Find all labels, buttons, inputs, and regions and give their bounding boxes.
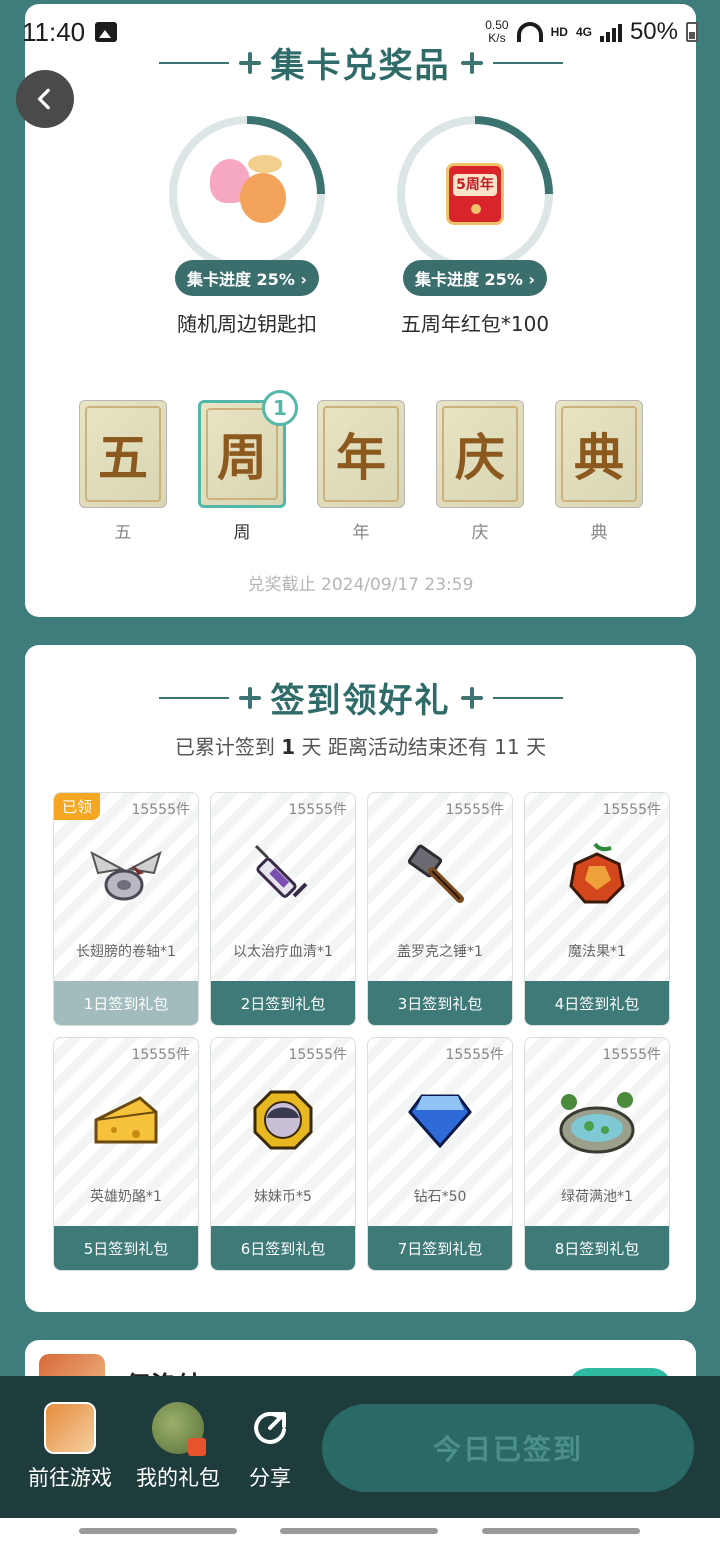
nav-handle[interactable] [280,1528,438,1534]
reward-day-label: 6日签到礼包 [211,1226,355,1270]
sparkle-icon [460,686,483,709]
coin-icon [211,1080,355,1160]
reward-name: 盖罗克之锤*1 [397,944,483,960]
wifi-icon [516,22,543,42]
status-bar: 11:40 0.50 K/s HD 4G 50% [0,0,720,64]
reward-qty: 15555件 [288,1047,347,1063]
cheese-icon [54,1080,198,1160]
reward-day-label: 7日签到礼包 [368,1226,512,1270]
progress-pill[interactable]: 集卡进度 25% › [174,260,320,296]
reward-qty: 15555件 [445,802,504,818]
reward-qty: 15555件 [445,1047,504,1063]
checkin-title: 签到领好礼 [25,673,696,722]
reward-day-label: 1日签到礼包 [54,981,198,1025]
back-button[interactable] [16,70,74,128]
reward-day-label: 4日签到礼包 [525,981,669,1025]
reward-qty: 15555件 [288,802,347,818]
progress-pill[interactable]: 集卡进度 25% › [402,260,548,296]
share-button[interactable]: 分享 [244,1402,296,1492]
character-cards: 五 五 周 1 周 年 年 庆 庆 典 典 [79,390,643,543]
reward-day-7[interactable]: 15555件 钻石*50 7日签到礼包 [367,1037,513,1271]
reward-day-3[interactable]: 15555件 盖罗克之锤*1 3日签到礼包 [367,792,513,1026]
checkin-section: 签到领好礼 已累计签到 1 天 距离活动结束还有 11 天 已领 15555件 … [25,645,696,1312]
card-wu[interactable]: 五 五 [79,400,167,543]
reward-day-6[interactable]: 15555件 妹妹币*5 6日签到礼包 [210,1037,356,1271]
card-zhou[interactable]: 周 1 周 [198,390,298,543]
reward-name: 以太治疗血清*1 [233,944,333,960]
lotus-pond-icon [525,1080,669,1160]
winged-scroll-icon [54,835,198,915]
reward-grid: 已领 15555件 长翅膀的卷轴*1 1日签到礼包 15555件 以太治疗血清*… [53,792,670,1271]
my-gifts-button[interactable]: 我的礼包 [136,1402,220,1492]
keychain-image [204,151,290,237]
collect-card-section: 集卡兑奖品 集卡进度 25% › 随机周边钥匙扣 5周年 集卡进度 25% › … [25,4,696,617]
reward-day-4[interactable]: 15555件 魔法果*1 4日签到礼包 [524,792,670,1026]
nav-handle[interactable] [79,1528,237,1534]
progress-ring: 5周年 [397,116,553,272]
hammer-icon [368,835,512,915]
bottom-action-bar: 前往游戏 我的礼包 分享 今日已签到 [0,1376,720,1518]
share-icon [244,1402,296,1454]
reward-day-label: 3日签到礼包 [368,981,512,1025]
reward-day-label: 2日签到礼包 [211,981,355,1025]
go-game-label: 前往游戏 [28,1466,112,1490]
diamond-icon [368,1080,512,1160]
magic-fruit-icon [525,835,669,915]
net-speed-unit: K/s [488,31,506,45]
system-nav-bar [0,1518,720,1544]
reward-day-label: 5日签到礼包 [54,1226,198,1270]
card-qing[interactable]: 庆 庆 [436,400,524,543]
battery-icon [686,22,698,42]
red-packet-image: 5周年 [446,163,504,225]
sparkle-icon [238,686,261,709]
status-icons: 0.50 K/s HD 4G 50% [485,18,698,46]
reward-name: 妹妹币*5 [254,1189,312,1205]
my-gifts-label: 我的礼包 [136,1466,220,1490]
go-game-button[interactable]: 前往游戏 [28,1402,112,1492]
syringe-icon [211,835,355,915]
card-dian[interactable]: 典 典 [555,400,643,543]
reward-day-1[interactable]: 已领 15555件 长翅膀的卷轴*1 1日签到礼包 [53,792,199,1026]
reward-name: 长翅膀的卷轴*1 [76,944,176,960]
progress-ring [169,116,325,272]
gift-avatar-icon [152,1402,206,1456]
hd-label: HD [550,25,568,39]
chevron-left-icon [37,88,50,110]
redeem-deadline: 兑奖截止 2024/09/17 23:59 [247,575,474,595]
network-type: 4G [575,25,592,39]
reward-qty: 15555件 [131,802,190,818]
share-label: 分享 [249,1466,291,1490]
checkin-title-text: 签到领好礼 [270,681,451,721]
checkin-summary: 已累计签到 1 天 距离活动结束还有 11 天 [174,735,547,759]
prize-name: 随机周边钥匙扣 [177,312,317,336]
reward-qty: 15555件 [602,1047,661,1063]
reward-day-label: 8日签到礼包 [525,1226,669,1270]
prize-red-packet[interactable]: 5周年 集卡进度 25% › 五周年红包*100 [390,116,560,337]
claimed-tag: 已领 [54,793,101,820]
nav-handle[interactable] [482,1528,640,1534]
reward-name: 魔法果*1 [568,944,626,960]
reward-day-5[interactable]: 15555件 英雄奶酪*1 5日签到礼包 [53,1037,199,1271]
prize-name: 五周年红包*100 [400,312,550,336]
reward-name: 绿荷满池*1 [561,1189,633,1205]
reward-qty: 15555件 [131,1047,190,1063]
game-icon [44,1402,96,1454]
card-count-badge: 1 [262,390,298,426]
reward-day-2[interactable]: 15555件 以太治疗血清*1 2日签到礼包 [210,792,356,1026]
reward-name: 英雄奶酪*1 [90,1189,162,1205]
net-speed: 0.50 K/s [485,19,508,45]
signal-icon [599,22,622,42]
card-nian[interactable]: 年 年 [317,400,405,543]
battery-percent: 50% [629,18,678,45]
reward-day-8[interactable]: 15555件 绿荷满池*1 8日签到礼包 [524,1037,670,1271]
status-time: 11:40 [22,16,86,47]
signed-in-today-button[interactable]: 今日已签到 [322,1404,694,1492]
prize-keychain[interactable]: 集卡进度 25% › 随机周边钥匙扣 [162,116,332,337]
image-notification-icon [95,22,118,42]
reward-name: 钻石*50 [413,1189,467,1205]
reward-qty: 15555件 [602,802,661,818]
